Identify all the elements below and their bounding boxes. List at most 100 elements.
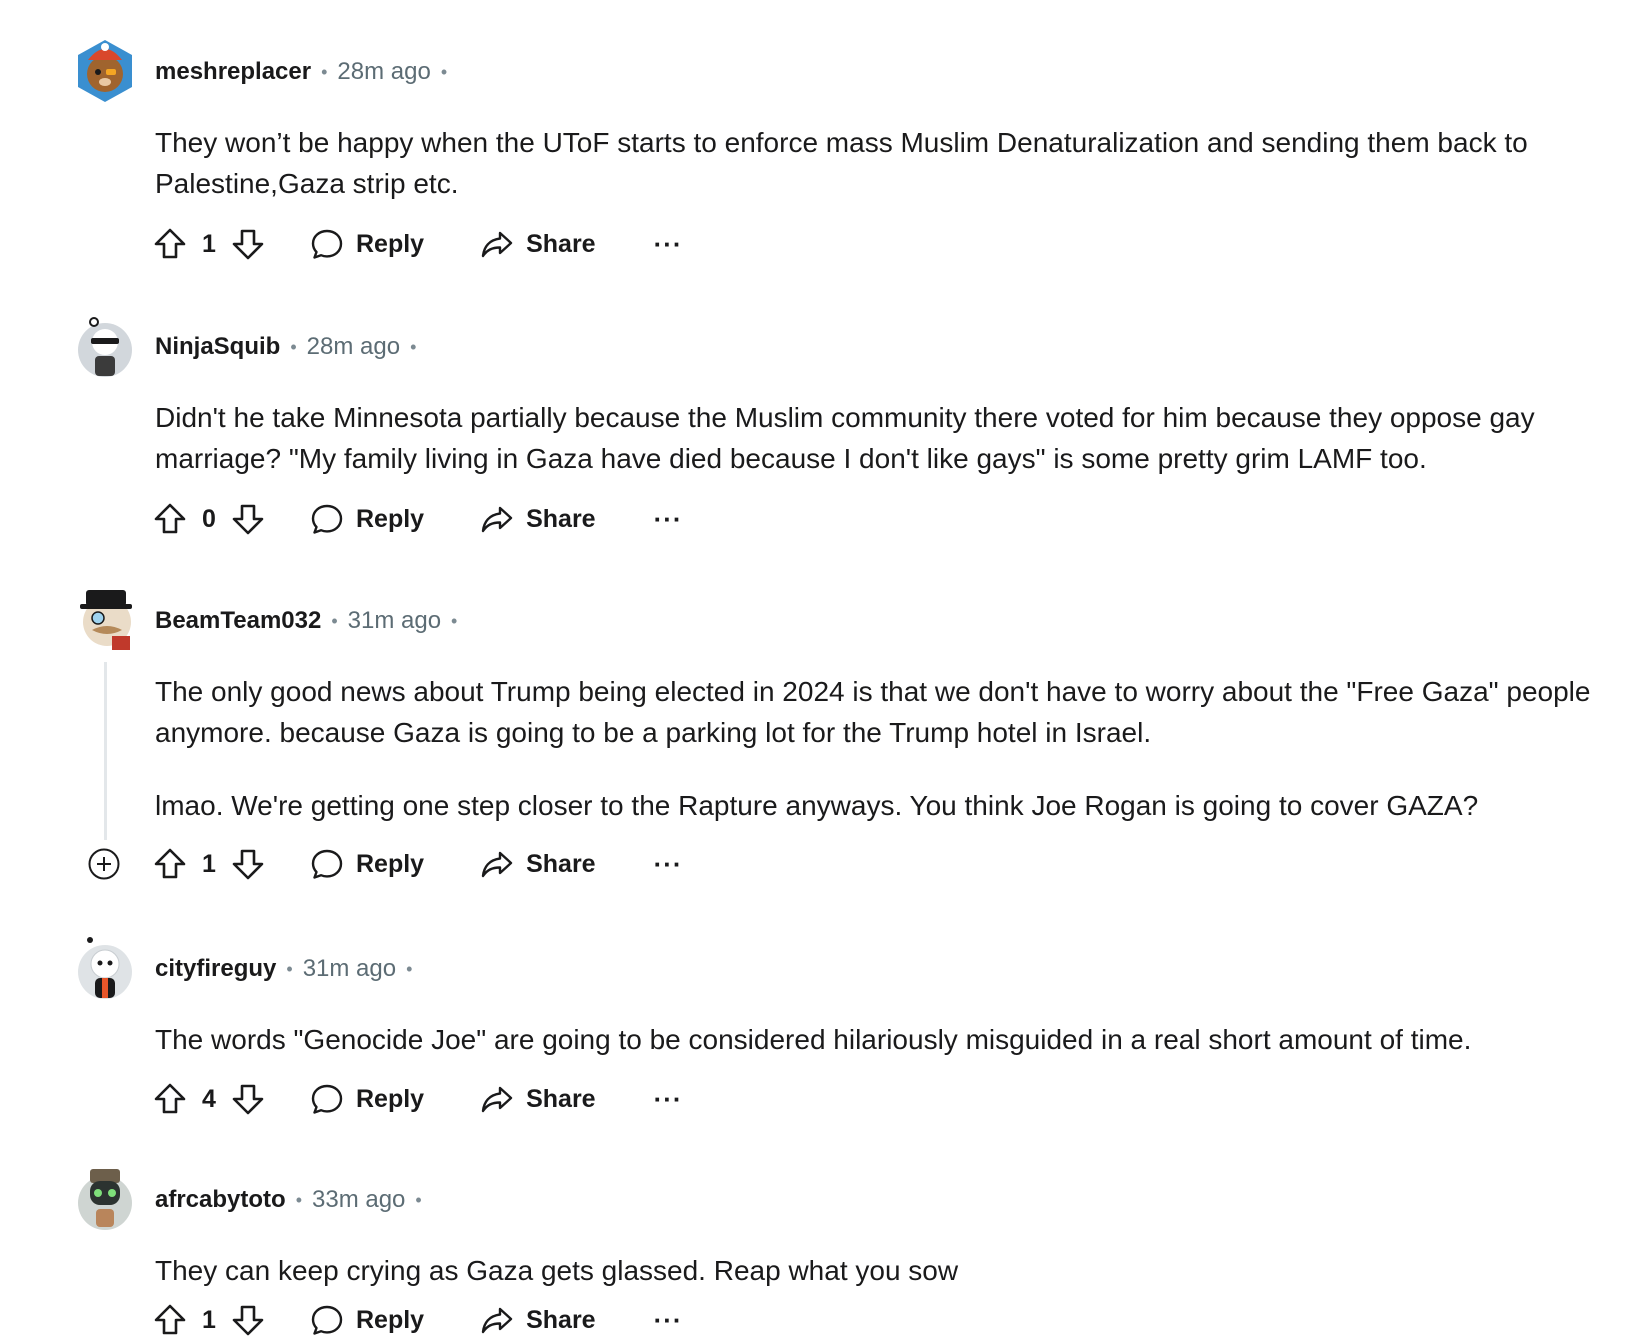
avatar[interactable]	[76, 1165, 134, 1231]
more-options-icon[interactable]: ···	[654, 229, 683, 260]
timestamp[interactable]: 28m ago	[337, 58, 430, 86]
share-arrow-icon	[481, 851, 513, 878]
reply-bubble-icon	[311, 849, 343, 879]
upvote-icon[interactable]	[152, 226, 188, 262]
more-options-icon[interactable]: ···	[654, 849, 683, 880]
comment-paragraph: The only good news about Trump being ele…	[155, 676, 1591, 748]
username[interactable]: cityfireguy	[155, 955, 276, 983]
comment-meta: BeamTeam032 • 31m ago •	[155, 601, 467, 641]
reply-label: Reply	[356, 1084, 425, 1113]
vote-count: 4	[202, 1084, 216, 1113]
separator-dot: •	[410, 336, 417, 357]
downvote-icon[interactable]	[230, 501, 266, 537]
comment-body: They won’t be happy when the UToF starts…	[155, 122, 1595, 204]
comment-paragraph: They won’t be happy when the UToF starts…	[155, 127, 1528, 199]
vote-count: 1	[202, 1305, 216, 1334]
avatar[interactable]	[76, 312, 134, 378]
downvote-icon[interactable]	[230, 846, 266, 882]
timestamp[interactable]: 33m ago	[312, 1186, 405, 1214]
comment-body: The words "Genocide Joe" are going to be…	[155, 1019, 1595, 1060]
share-label: Share	[526, 229, 596, 258]
comment-body: Didn't he take Minnesota partially becau…	[155, 397, 1595, 479]
vote-count: 1	[202, 849, 216, 878]
user-avatar-icon	[78, 317, 132, 377]
separator-dot: •	[295, 1189, 302, 1210]
expand-thread-icon[interactable]	[88, 848, 120, 880]
username[interactable]: BeamTeam032	[155, 607, 321, 635]
share-arrow-icon	[481, 1086, 513, 1113]
reply-label: Reply	[356, 229, 425, 258]
separator-dot: •	[290, 336, 297, 357]
comment-actions: 1 Reply Share ···	[152, 842, 683, 886]
comment-meta: cityfireguy • 31m ago •	[155, 949, 422, 989]
comment-paragraph: Didn't he take Minnesota partially becau…	[155, 402, 1535, 474]
comment-meta: afrcabytoto • 33m ago •	[155, 1180, 432, 1220]
comment-paragraph: lmao. We're getting one step closer to t…	[155, 790, 1479, 821]
separator-dot: •	[451, 610, 458, 631]
comment-actions: 1 Reply Share ···	[152, 1298, 683, 1342]
reply-button[interactable]: Reply	[310, 847, 424, 881]
upvote-icon[interactable]	[152, 1081, 188, 1117]
comment-actions: 0 Reply Share ···	[152, 497, 683, 541]
share-button[interactable]: Share	[480, 1303, 596, 1337]
share-arrow-icon	[481, 231, 513, 258]
reply-bubble-icon	[311, 229, 343, 259]
share-button[interactable]: Share	[480, 1082, 596, 1116]
upvote-icon[interactable]	[152, 846, 188, 882]
username[interactable]: afrcabytoto	[155, 1186, 286, 1214]
reply-button[interactable]: Reply	[310, 227, 424, 261]
comment-meta: meshreplacer • 28m ago •	[155, 52, 457, 92]
timestamp[interactable]: 31m ago	[348, 607, 441, 635]
comment-meta: NinjaSquib • 28m ago •	[155, 327, 426, 367]
username[interactable]: meshreplacer	[155, 58, 311, 86]
share-label: Share	[526, 849, 596, 878]
separator-dot: •	[321, 61, 328, 82]
username[interactable]: NinjaSquib	[155, 333, 280, 361]
reply-label: Reply	[356, 849, 425, 878]
reply-label: Reply	[356, 504, 425, 533]
downvote-icon[interactable]	[230, 1081, 266, 1117]
vote-count: 0	[202, 504, 216, 533]
reply-label: Reply	[356, 1305, 425, 1334]
avatar[interactable]	[76, 38, 134, 104]
share-label: Share	[526, 1084, 596, 1113]
reply-bubble-icon	[311, 1305, 343, 1335]
comment-body: They can keep crying as Gaza gets glasse…	[155, 1250, 1595, 1291]
comment-actions: 4 Reply Share ···	[152, 1077, 683, 1121]
thread-line[interactable]	[104, 662, 107, 840]
comment-paragraph: The words "Genocide Joe" are going to be…	[155, 1024, 1472, 1055]
reply-bubble-icon	[311, 1084, 343, 1114]
timestamp[interactable]: 31m ago	[303, 955, 396, 983]
more-options-icon[interactable]: ···	[654, 1084, 683, 1115]
user-avatar-icon	[78, 937, 132, 999]
share-button[interactable]: Share	[480, 502, 596, 536]
share-arrow-icon	[481, 506, 513, 533]
share-button[interactable]: Share	[480, 227, 596, 261]
reply-button[interactable]: Reply	[310, 1082, 424, 1116]
separator-dot: •	[440, 61, 448, 82]
downvote-icon[interactable]	[230, 226, 266, 262]
upvote-icon[interactable]	[152, 1302, 188, 1338]
reply-bubble-icon	[311, 504, 343, 534]
more-options-icon[interactable]: ···	[654, 504, 683, 535]
share-button[interactable]: Share	[480, 847, 596, 881]
separator-dot: •	[331, 610, 338, 631]
share-label: Share	[526, 504, 596, 533]
separator-dot: •	[406, 958, 413, 979]
separator-dot: •	[415, 1189, 422, 1210]
comment-body: The only good news about Trump being ele…	[155, 671, 1595, 826]
user-avatar-icon	[78, 1169, 132, 1230]
more-options-icon[interactable]: ···	[654, 1305, 683, 1336]
avatar[interactable]	[76, 586, 134, 652]
separator-dot: •	[286, 958, 293, 979]
downvote-icon[interactable]	[230, 1302, 266, 1338]
avatar[interactable]	[76, 934, 134, 1000]
upvote-icon[interactable]	[152, 501, 188, 537]
timestamp[interactable]: 28m ago	[307, 333, 400, 361]
vote-count: 1	[202, 229, 216, 258]
reply-button[interactable]: Reply	[310, 1303, 424, 1337]
user-avatar-icon	[80, 590, 132, 650]
share-arrow-icon	[481, 1307, 513, 1334]
reply-button[interactable]: Reply	[310, 502, 424, 536]
comment-actions: 1 Reply Share ···	[152, 222, 683, 266]
